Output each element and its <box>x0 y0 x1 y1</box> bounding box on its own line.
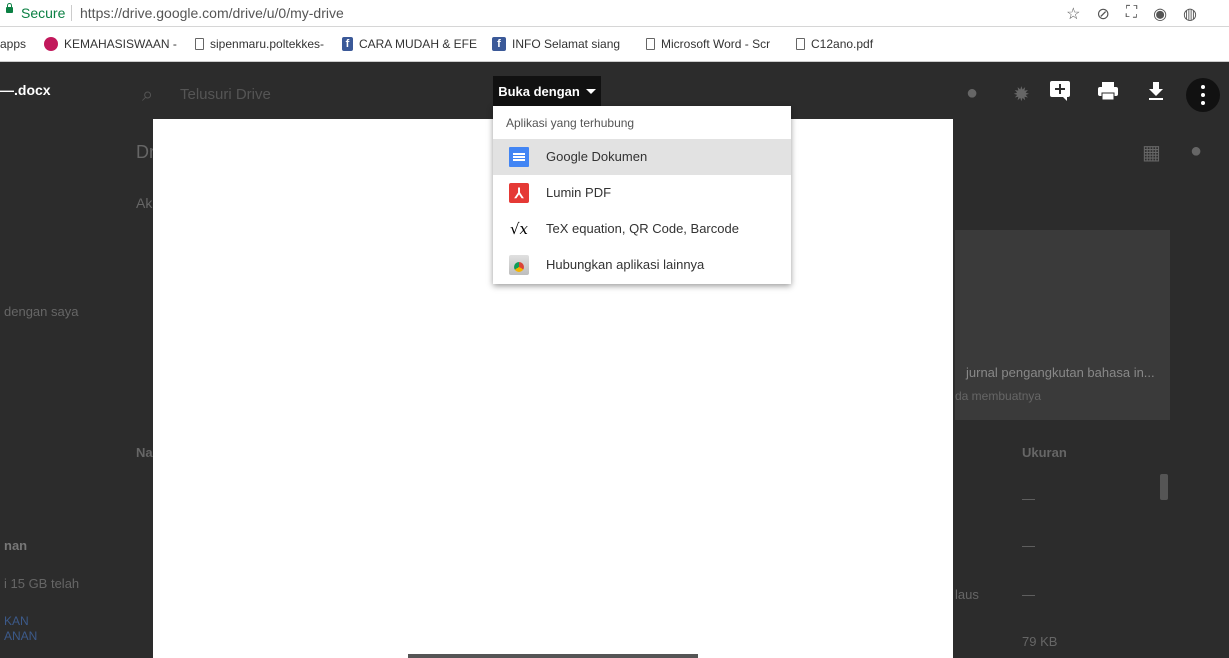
access-label: Ak <box>136 195 153 211</box>
menu-item-label: Google Dokumen <box>546 149 648 164</box>
settings-icon: ✹ <box>1013 84 1030 106</box>
sidebar-storage-title: nan <box>4 538 28 553</box>
menu-item-lumin-pdf[interactable]: ⅄ Lumin PDF <box>493 175 791 211</box>
more-vert-dot <box>1201 93 1205 97</box>
bookmark-info-selamat[interactable]: f INFO Selamat siang <box>492 37 629 51</box>
info-icon: ● <box>1190 140 1203 162</box>
bookmark-sipenmaru[interactable]: sipenmaru.poltekkes- <box>195 37 329 51</box>
page-icon <box>195 38 204 50</box>
file-name: —.docx <box>0 82 51 98</box>
menu-heading: Aplikasi yang terhubung <box>506 116 635 130</box>
bookmark-c12ano[interactable]: C12ano.pdf <box>796 37 886 51</box>
menu-item-google-dokumen[interactable]: Google Dokumen <box>493 139 791 175</box>
column-header-size: Ukuran <box>1022 445 1067 460</box>
extension-world-icon[interactable]: ◍ <box>1183 4 1197 24</box>
bookmark-cara-mudah[interactable]: f CARA MUDAH & EFE <box>342 37 477 51</box>
background-scrollbar <box>1160 474 1168 500</box>
extension-icons: ☆ ⊘ ⛶ ◉ ◍ <box>1066 4 1197 24</box>
more-vert-dot <box>1201 101 1205 105</box>
row-size-3: — <box>1022 587 1035 602</box>
tex-equation-icon: √x <box>509 220 529 238</box>
grid-view-icon: ▦ <box>1142 142 1161 164</box>
google-docs-icon <box>509 147 529 167</box>
search-icon: ⌕ <box>142 84 154 106</box>
more-options-button[interactable] <box>1186 78 1220 112</box>
open-with-button[interactable]: Buka dengan <box>493 76 601 106</box>
document-content-fragment <box>408 654 698 658</box>
add-comment-icon[interactable] <box>1048 80 1072 104</box>
help-icon: ● <box>966 82 979 104</box>
row-partial-text: laus <box>955 587 979 602</box>
lumin-pdf-icon: ⅄ <box>509 183 529 203</box>
menu-item-tex-equation[interactable]: √x TeX equation, QR Code, Barcode <box>493 211 791 247</box>
bookmarks-bar: apps KEMAHASISWAAN - sipenmaru.poltekkes… <box>0 27 1229 62</box>
page-icon <box>646 38 655 50</box>
menu-item-label: Lumin PDF <box>546 185 612 200</box>
facebook-icon: f <box>492 37 506 51</box>
open-with-label: Buka dengan <box>498 83 580 99</box>
menu-item-label: TeX equation, QR Code, Barcode <box>546 221 739 236</box>
file-card-title: jurnal pengangkutan bahasa in... <box>966 365 1155 380</box>
print-icon[interactable] <box>1096 80 1120 104</box>
chrome-web-store-icon <box>509 255 529 275</box>
extension-screenshot-icon[interactable]: ⛶ <box>1126 4 1137 24</box>
more-vert-icon <box>1201 85 1205 89</box>
column-header-name: Na <box>136 445 153 460</box>
secure-label: Secure <box>21 5 66 21</box>
download-icon[interactable] <box>1144 80 1168 104</box>
bookmark-star-icon[interactable]: ☆ <box>1066 4 1080 24</box>
page-icon <box>796 38 805 50</box>
open-with-menu: Aplikasi yang terhubung Google Dokumen ⅄… <box>493 106 791 284</box>
file-card-subtitle: da membuatnya <box>955 389 1042 403</box>
row-size-2: — <box>1022 538 1035 553</box>
sidebar-item-shared: dengan saya <box>4 304 79 319</box>
menu-item-label: Hubungkan aplikasi lainnya <box>546 257 705 272</box>
address-divider <box>71 5 72 21</box>
url-text[interactable]: https://drive.google.com/drive/u/0/my-dr… <box>80 5 344 21</box>
row-size-4: 79 KB <box>1022 634 1058 649</box>
sidebar-upgrade-line2: ANAN <box>4 629 38 643</box>
sidebar-storage-text: i 15 GB telah <box>4 576 80 591</box>
sidebar-upgrade-line1: KAN <box>4 614 29 628</box>
bookmark-kemahasiswaan[interactable]: KEMAHASISWAAN - <box>44 37 182 51</box>
facebook-icon: f <box>342 37 353 51</box>
kemahasiswaan-favicon-icon <box>44 37 58 51</box>
address-bar[interactable]: Secure https://drive.google.com/drive/u/… <box>0 0 1229 27</box>
row-size-1: — <box>1022 491 1035 506</box>
extension-globe-icon[interactable]: ◉ <box>1153 4 1167 24</box>
chevron-down-icon <box>585 88 596 94</box>
menu-item-connect-more-apps[interactable]: Hubungkan aplikasi lainnya <box>493 247 791 283</box>
extension-stop-icon[interactable]: ⊘ <box>1096 4 1109 24</box>
search-placeholder: Telusuri Drive <box>180 86 271 103</box>
bookmark-apps[interactable]: apps <box>0 37 40 51</box>
lock-icon <box>6 3 13 13</box>
bookmark-microsoft-word[interactable]: Microsoft Word - Scr <box>646 37 777 51</box>
